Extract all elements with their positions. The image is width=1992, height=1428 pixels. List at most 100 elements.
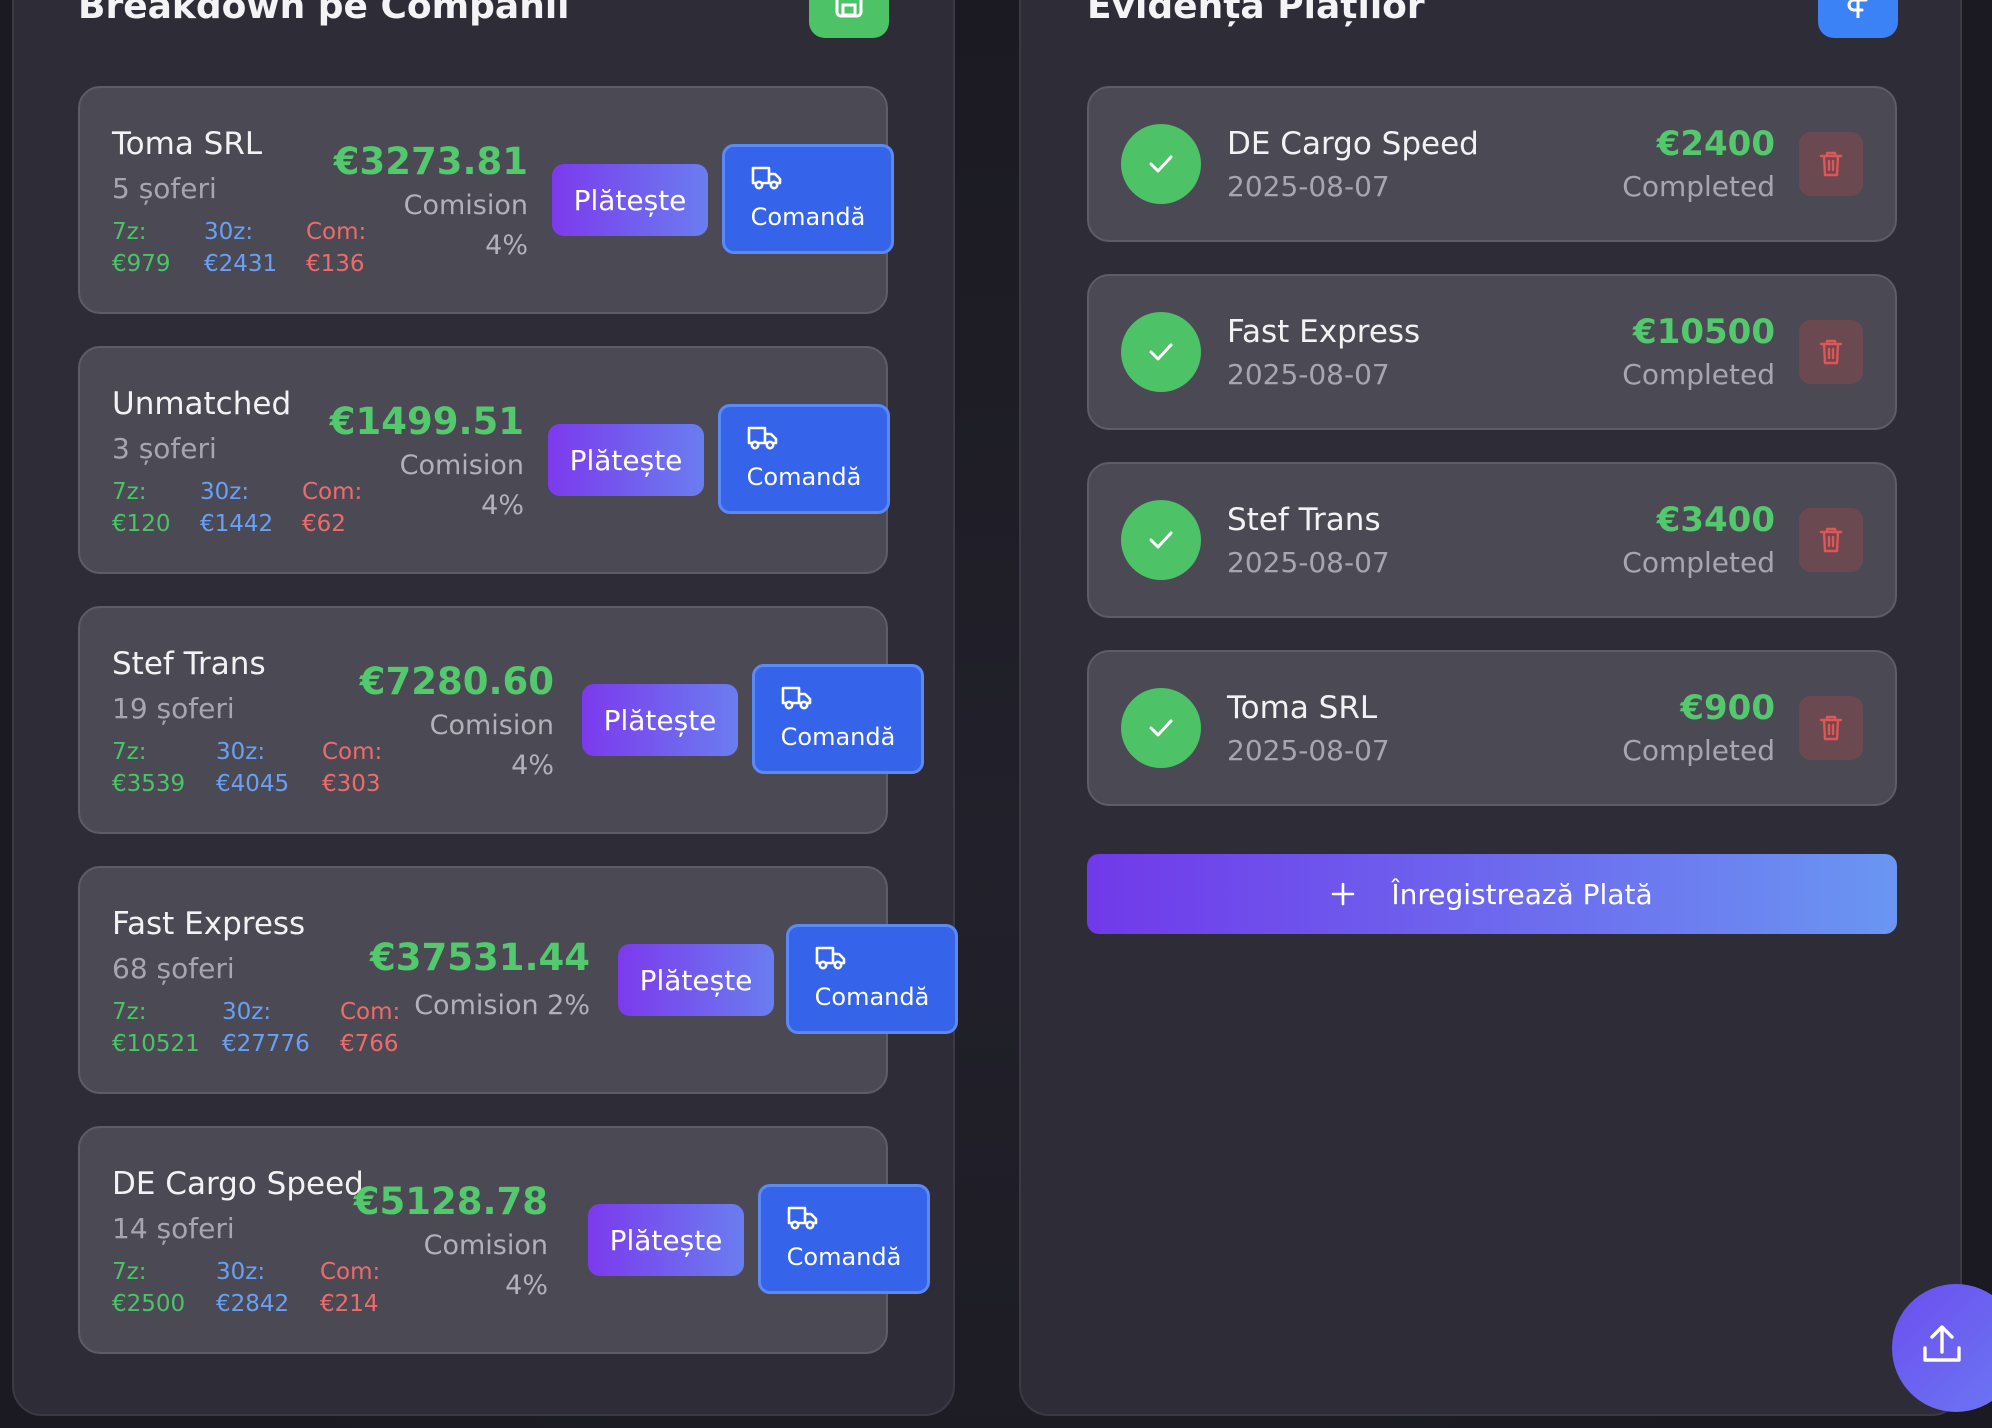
save-icon xyxy=(835,0,863,18)
register-payment-label: Înregistrează Plată xyxy=(1391,877,1653,911)
payment-status: Completed xyxy=(1622,358,1775,391)
stat-30-days: 30z: €2842 xyxy=(216,1259,290,1317)
truck-icon xyxy=(747,426,778,450)
commission-label: Comision 4% xyxy=(429,710,554,781)
company-breakdown-panel: Breakdown pe Companii Toma SRL 5 șoferi … xyxy=(12,0,958,1416)
order-label: Comandă xyxy=(814,983,930,1011)
company-amount: €5128.78 xyxy=(353,1180,548,1223)
company-name: Stef Trans xyxy=(112,646,266,682)
stat-30-days: 30z: €4045 xyxy=(216,739,290,797)
payment-card: Stef Trans 2025-08-07 €3400 Completed xyxy=(1087,462,1897,618)
stat-7-days: 7z: €2500 xyxy=(112,1259,186,1317)
commission-label: Comision 4% xyxy=(423,1230,548,1301)
company-card: Stef Trans 19 șoferi 7z: €3539 30z: €4045 … xyxy=(78,606,924,834)
order-label: Comandă xyxy=(780,723,896,751)
trash-icon xyxy=(1819,339,1843,365)
payment-card: Fast Express 2025-08-07 €10500 Completed xyxy=(1087,274,1897,430)
stat-7-days: 7z: €979 xyxy=(112,219,171,277)
panel-title: Evidența Plăților xyxy=(1087,0,1425,27)
payment-status: Completed xyxy=(1622,734,1775,767)
pay-button[interactable]: Plătește xyxy=(548,424,704,496)
delete-payment-button[interactable] xyxy=(1799,696,1863,760)
truck-icon xyxy=(787,1206,818,1230)
stat-commission: Com: €136 xyxy=(306,219,367,277)
company-name: Toma SRL xyxy=(112,126,263,162)
payment-status: Completed xyxy=(1622,170,1775,203)
stat-7-days: 7z: €10521 xyxy=(112,999,200,1057)
company-card: DE Cargo Speed 14 șoferi 7z: €2500 30z: €2… xyxy=(78,1126,930,1354)
company-amount: €1499.51 xyxy=(329,400,524,443)
payment-date: 2025-08-07 xyxy=(1227,358,1390,391)
payment-amount: €10500 xyxy=(1633,312,1775,352)
stat-commission: Com: €214 xyxy=(320,1259,381,1317)
stat-30-days: 30z: €27776 xyxy=(222,999,310,1057)
payment-amount: €900 xyxy=(1680,688,1775,728)
pay-button[interactable]: Plătește xyxy=(618,944,774,1016)
company-amount: €3273.81 xyxy=(333,140,528,183)
driver-count: 19 șoferi xyxy=(112,692,235,725)
payment-amount: €2400 xyxy=(1656,124,1775,164)
stat-commission: Com: €766 xyxy=(340,999,401,1057)
order-button[interactable]: Comandă xyxy=(758,1184,930,1294)
upload-icon xyxy=(1923,1325,1961,1362)
order-label: Comandă xyxy=(786,1243,902,1271)
panel-title: Breakdown pe Companii xyxy=(78,0,570,27)
payment-company: Toma SRL xyxy=(1227,690,1378,726)
order-label: Comandă xyxy=(746,463,862,491)
payment-date: 2025-08-07 xyxy=(1227,734,1390,767)
company-name: DE Cargo Speed xyxy=(112,1166,364,1202)
payment-company: Fast Express xyxy=(1227,314,1421,350)
plus-icon xyxy=(1332,882,1355,906)
stat-7-days: 7z: €120 xyxy=(112,479,171,537)
payment-card: DE Cargo Speed 2025-08-07 €2400 Complete… xyxy=(1087,86,1897,242)
company-amount: €7280.60 xyxy=(359,660,554,703)
trash-icon xyxy=(1819,527,1843,553)
company-card: Fast Express 68 șoferi 7z: €10521 30z: €27… xyxy=(78,866,958,1094)
app-stage: Breakdown pe Companii Toma SRL 5 șoferi … xyxy=(0,0,1992,1428)
pay-button[interactable]: Plătește xyxy=(552,164,708,236)
payment-amount: €3400 xyxy=(1656,500,1775,540)
truck-icon xyxy=(815,946,846,970)
driver-count: 3 șoferi xyxy=(112,432,217,465)
check-icon xyxy=(1121,500,1201,580)
stat-7-days: 7z: €3539 xyxy=(112,739,186,797)
delete-payment-button[interactable] xyxy=(1799,508,1863,572)
delete-payment-button[interactable] xyxy=(1799,320,1863,384)
pay-button[interactable]: Plătește xyxy=(588,1204,744,1276)
payment-status: Completed xyxy=(1622,546,1775,579)
stat-commission: Com: €62 xyxy=(302,479,363,537)
company-card: Unmatched 3 șoferi 7z: €120 30z: €1442 Com… xyxy=(78,346,890,574)
save-button[interactable] xyxy=(809,0,889,38)
stat-30-days: 30z: €2431 xyxy=(204,219,278,277)
payment-company: Stef Trans xyxy=(1227,502,1381,538)
payment-company: DE Cargo Speed xyxy=(1227,126,1479,162)
order-button[interactable]: Comandă xyxy=(752,664,924,774)
check-icon xyxy=(1121,312,1201,392)
add-payment-header-button[interactable] xyxy=(1818,0,1898,38)
driver-count: 5 șoferi xyxy=(112,172,217,205)
pay-button[interactable]: Plătește xyxy=(582,684,738,756)
payment-date: 2025-08-07 xyxy=(1227,170,1390,203)
company-card: Toma SRL 5 șoferi 7z: €979 30z: €2431 Com:… xyxy=(78,86,894,314)
commission-label: Comision 2% xyxy=(414,990,590,1021)
driver-count: 68 șoferi xyxy=(112,952,235,985)
payment-date: 2025-08-07 xyxy=(1227,546,1390,579)
order-button[interactable]: Comandă xyxy=(718,404,890,514)
driver-count: 14 șoferi xyxy=(112,1212,235,1245)
payments-panel: Evidența Plăților DE Cargo Speed 2025-08… xyxy=(1019,0,1962,1416)
commission-label: Comision 4% xyxy=(399,450,524,521)
order-label: Comandă xyxy=(750,203,866,231)
check-icon xyxy=(1121,124,1201,204)
delete-payment-button[interactable] xyxy=(1799,132,1863,196)
stat-commission: Com: €303 xyxy=(322,739,383,797)
register-payment-button[interactable]: Înregistrează Plată xyxy=(1087,854,1897,934)
order-button[interactable]: Comandă xyxy=(722,144,894,254)
payment-card: Toma SRL 2025-08-07 €900 Completed xyxy=(1087,650,1897,806)
company-name: Fast Express xyxy=(112,906,306,942)
company-amount: €37531.44 xyxy=(369,936,590,979)
order-button[interactable]: Comandă xyxy=(786,924,958,1034)
check-icon xyxy=(1121,688,1201,768)
company-name: Unmatched xyxy=(112,386,292,422)
stat-30-days: 30z: €1442 xyxy=(200,479,274,537)
truck-icon xyxy=(751,166,782,190)
